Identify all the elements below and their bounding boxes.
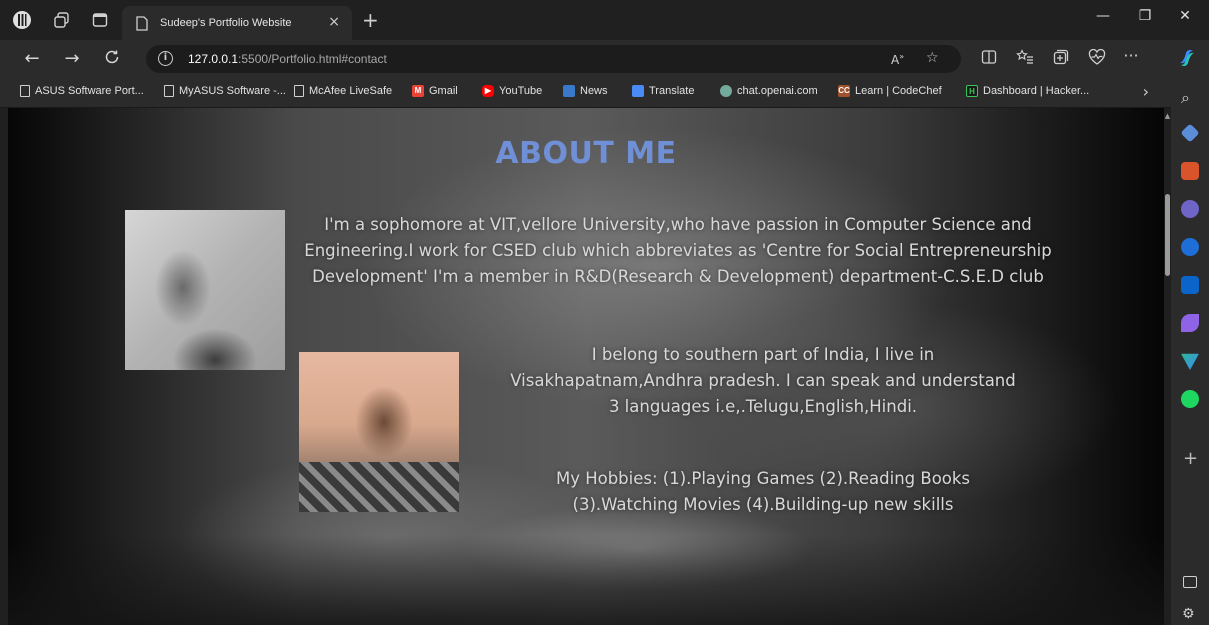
hackerrank-icon: H — [966, 85, 978, 97]
page-icon — [294, 85, 304, 97]
browser-essentials-icon[interactable] — [1086, 48, 1108, 69]
tab-actions-icon[interactable] — [90, 10, 110, 30]
favorite-label: Translate — [649, 85, 695, 97]
favorite-gmail[interactable]: M Gmail — [412, 85, 458, 97]
profile-icon[interactable] — [12, 10, 32, 30]
favorite-label: chat.openai.com — [737, 85, 818, 97]
favorite-myasus-software[interactable]: MyASUS Software -... — [164, 85, 286, 97]
page-icon — [136, 16, 148, 35]
new-tab-button[interactable]: + — [362, 8, 379, 32]
favorite-label: Dashboard | Hacker... — [983, 85, 1090, 97]
favorite-label: Gmail — [429, 85, 458, 97]
favorite-chatgpt[interactable]: chat.openai.com — [720, 85, 818, 97]
page-title: ABOUT ME — [495, 136, 677, 171]
url-text[interactable]: 127.0.0.1:5500/Portfolio.html#contact — [188, 52, 387, 66]
copilot-icon[interactable] — [1176, 47, 1198, 73]
chevron-right-icon[interactable]: › — [1143, 82, 1149, 101]
favorite-codechef[interactable]: CC Learn | CodeChef — [838, 85, 942, 97]
about-paragraph-2: I belong to southern part of India, I li… — [510, 345, 1016, 416]
codechef-icon: CC — [838, 85, 850, 97]
page-icon — [164, 85, 174, 97]
gear-icon[interactable]: ⚙ — [1182, 606, 1200, 624]
favorite-hackerrank[interactable]: H Dashboard | Hacker... — [966, 85, 1089, 97]
page-scrollbar[interactable]: ▲ — [1164, 108, 1171, 625]
favorite-label: News — [580, 85, 608, 97]
refresh-icon[interactable] — [100, 48, 124, 71]
navigation-bar: ← → i 127.0.0.1:5500/Portfolio.html#cont… — [0, 40, 1209, 78]
read-aloud-icon[interactable]: A» — [891, 52, 904, 67]
title-bar: Sudeep's Portfolio Website × + — ❐ ✕ — [0, 0, 1209, 40]
translate-icon — [632, 85, 644, 97]
favorite-asus-software[interactable]: ASUS Software Port... — [20, 85, 144, 97]
tag-icon[interactable] — [1180, 123, 1200, 143]
close-window-button[interactable]: ✕ — [1170, 8, 1200, 24]
favorite-label: Learn | CodeChef — [855, 85, 942, 97]
youtube-icon: ▶ — [482, 85, 494, 97]
favorite-youtube[interactable]: ▶ YouTube — [482, 85, 542, 97]
gmail-icon: M — [412, 85, 424, 97]
address-bar[interactable]: i 127.0.0.1:5500/Portfolio.html#contact … — [146, 45, 961, 73]
favorite-mcafee[interactable]: McAfee LiveSafe — [294, 85, 392, 97]
back-arrow-icon[interactable]: ← — [20, 48, 44, 69]
collections-icon[interactable] — [1050, 49, 1072, 69]
favorite-label: YouTube — [499, 85, 543, 97]
tab-active[interactable]: Sudeep's Portfolio Website × — [122, 6, 352, 40]
restore-button[interactable]: ❐ — [1130, 8, 1160, 24]
drop-icon[interactable] — [1181, 353, 1199, 370]
news-icon — [563, 85, 575, 97]
add-sidebar-app-icon[interactable]: + — [1183, 448, 1198, 469]
more-options-icon[interactable]: ··· — [1120, 46, 1142, 65]
favorite-translate[interactable]: Translate — [632, 85, 694, 97]
favorite-star-icon[interactable]: ☆ — [926, 50, 939, 66]
url-host: 127.0.0.1 — [188, 52, 239, 66]
close-tab-icon[interactable]: × — [328, 14, 340, 30]
favorite-news[interactable]: News — [563, 85, 608, 97]
favorite-label: MyASUS Software -... — [179, 85, 286, 97]
web-page-content: ABOUT ME I'm a sophomore at VIT,vellore … — [8, 108, 1164, 625]
designer-icon[interactable] — [1181, 314, 1199, 332]
minimize-button[interactable]: — — [1088, 8, 1118, 24]
forward-arrow-icon[interactable]: → — [60, 48, 84, 69]
hobbies-paragraph: My Hobbies: (1).Playing Games (2).Readin… — [555, 469, 971, 514]
favorite-label: McAfee LiveSafe — [309, 85, 393, 97]
page-icon — [20, 85, 30, 97]
edge-sidebar: ⌕ + ⚙ — [1171, 78, 1209, 625]
copilot-sidebar-icon[interactable] — [1181, 238, 1199, 256]
tab-title: Sudeep's Portfolio Website — [160, 17, 292, 29]
profile-photo-color — [299, 352, 459, 512]
workspaces-icon[interactable] — [52, 10, 72, 30]
profile-photo-grayscale — [125, 210, 285, 370]
hide-sidebar-icon[interactable] — [1183, 576, 1197, 588]
favorite-label: ASUS Software Port... — [35, 85, 144, 97]
favorites-icon[interactable] — [1014, 49, 1036, 69]
outlook-icon[interactable] — [1181, 276, 1199, 294]
url-path: :5500/Portfolio.html#contact — [238, 52, 387, 66]
about-paragraph-1: I'm a sophomore at VIT,vellore Universit… — [304, 215, 1052, 286]
favorites-bar: ASUS Software Port... MyASUS Software -.… — [0, 78, 1209, 108]
scroll-up-icon[interactable]: ▲ — [1164, 112, 1171, 120]
split-screen-icon[interactable] — [978, 49, 1000, 69]
scrollbar-thumb[interactable] — [1165, 194, 1170, 276]
search-icon[interactable]: ⌕ — [1181, 88, 1199, 107]
people-icon[interactable] — [1181, 200, 1199, 218]
spotify-icon[interactable] — [1181, 390, 1199, 408]
site-info-icon[interactable]: i — [158, 51, 173, 66]
briefcase-icon[interactable] — [1181, 162, 1199, 180]
openai-icon — [720, 85, 732, 97]
